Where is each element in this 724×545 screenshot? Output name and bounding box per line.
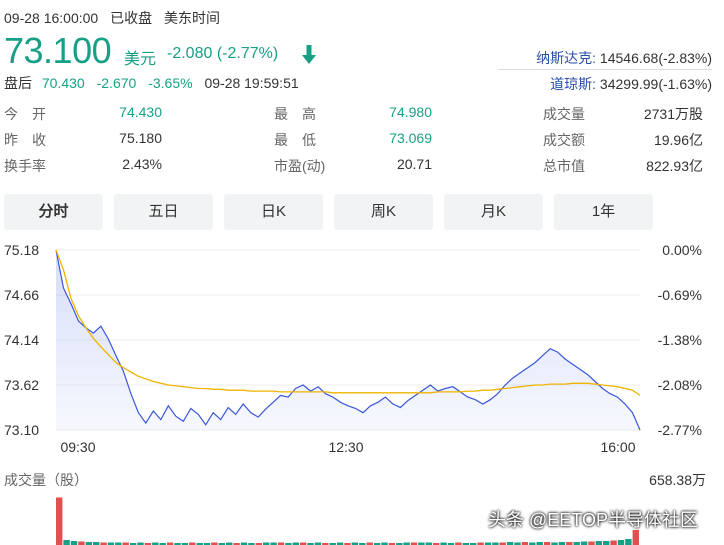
- index-divider: [498, 69, 712, 70]
- y-tick-pct: -1.38%: [658, 332, 702, 348]
- stat-key: 市盈(动): [274, 158, 326, 174]
- index-name[interactable]: 纳斯达克:: [536, 50, 596, 66]
- current-price: 73.100: [4, 30, 112, 71]
- stat-prev-close: 昨 收 75.180: [4, 130, 162, 150]
- x-tick-label: 12:30: [328, 439, 363, 455]
- y-tick-price: 73.62: [4, 377, 39, 393]
- tab-daily-k[interactable]: 日K: [224, 194, 323, 230]
- index-name[interactable]: 道琼斯:: [550, 76, 596, 92]
- index-value: 14546.68(-2.83%): [599, 50, 712, 66]
- stat-turnover-amount: 成交额 19.96亿: [543, 130, 703, 150]
- stat-value: 75.180: [119, 130, 162, 146]
- quote-header: 09-28 16:00:00 已收盘 美东时间: [4, 8, 228, 28]
- intraday-price-chart[interactable]: 75.18 0.00% 74.66 -0.69% 74.14 -1.38% 73.62 -2.…: [0, 236, 724, 466]
- stat-value: 822.93亿: [646, 158, 703, 174]
- stat-market-cap: 总市值 822.93亿: [543, 156, 703, 176]
- volume-bar: [617, 540, 625, 545]
- quote-datetime: 09-28 16:00:00: [4, 10, 99, 26]
- volume-bar: [580, 541, 588, 545]
- stat-key: 成交额: [543, 132, 585, 148]
- stat-value: 74.430: [119, 104, 162, 120]
- market-status: 已收盘: [110, 10, 153, 26]
- volume-bar: [56, 497, 63, 545]
- chart-period-tabs: 分时 五日 日K 周K 月K 1年: [4, 194, 664, 230]
- volume-bar: [625, 539, 632, 545]
- stat-turnover-rate: 换手率 2.43%: [4, 156, 162, 176]
- stat-value: 19.96亿: [653, 132, 703, 148]
- x-tick-label: 16:00: [600, 439, 635, 455]
- stat-key: 最 高: [274, 106, 316, 122]
- stat-value: 74.980: [389, 104, 432, 120]
- stat-key: 总市值: [543, 158, 585, 174]
- stat-value: 20.71: [396, 156, 432, 172]
- index-value: 34299.99(-1.63%): [599, 76, 712, 92]
- index-nasdaq[interactable]: 纳斯达克: 14546.68(-2.83%): [536, 48, 712, 68]
- stat-open: 今 开 74.430: [4, 104, 162, 124]
- after-hours-time: 09-28 19:59:51: [204, 75, 299, 91]
- stat-key: 成交量: [543, 106, 585, 122]
- stats-grid: 今 开 74.430 最 高 74.980 成交量 2731万股 昨 收 75.…: [0, 102, 724, 182]
- stat-pe-ratio: 市盈(动) 20.71: [274, 156, 432, 176]
- volume-bar: [70, 541, 78, 545]
- volume-bar: [588, 541, 595, 545]
- stat-value: 73.069: [389, 130, 432, 146]
- tab-five-day[interactable]: 五日: [114, 194, 213, 230]
- volume-bar: [595, 541, 602, 545]
- tab-intraday[interactable]: 分时: [4, 194, 103, 230]
- y-tick-price: 74.14: [4, 332, 39, 348]
- y-tick-pct: -2.08%: [658, 377, 702, 393]
- x-tick-label: 09:30: [60, 439, 95, 455]
- volume-bar: [78, 541, 85, 545]
- volume-bar: [603, 541, 610, 545]
- volume-bar: [610, 540, 617, 545]
- y-tick-pct: -0.69%: [658, 287, 702, 303]
- stat-high: 最 高 74.980: [274, 104, 432, 124]
- y-tick-price: 73.10: [4, 422, 39, 438]
- stat-value: 2731万股: [643, 106, 703, 122]
- y-tick-pct: 0.00%: [662, 242, 702, 258]
- y-tick-pct: -2.77%: [658, 422, 702, 438]
- after-hours-percent: -3.65%: [148, 75, 193, 91]
- stat-key: 换手率: [4, 158, 46, 174]
- stat-volume: 成交量 2731万股: [543, 104, 703, 124]
- volume-max: 658.38万: [649, 472, 706, 488]
- stat-key: 最 低: [274, 132, 316, 148]
- currency-label: 美元: [124, 51, 157, 68]
- index-dow[interactable]: 道琼斯: 34299.99(-1.63%): [550, 74, 712, 94]
- watermark: 头条 @EETOP半导体社区: [488, 510, 698, 530]
- stat-key: 昨 收: [4, 132, 46, 148]
- after-hours-label: 盘后: [4, 75, 32, 91]
- stat-key: 今 开: [4, 106, 46, 122]
- volume-label: 成交量（股）: [4, 472, 88, 488]
- after-hours-change: -2.670: [96, 75, 137, 91]
- tab-weekly-k[interactable]: 周K: [334, 194, 433, 230]
- y-tick-price: 74.66: [4, 287, 39, 303]
- price-change: -2.080 (-2.77%): [167, 45, 279, 62]
- tab-one-year[interactable]: 1年: [554, 194, 653, 230]
- volume-bar: [63, 540, 70, 545]
- stat-low: 最 低 73.069: [274, 130, 432, 150]
- after-hours-row: 盘后 70.430 -2.670 -3.65% 09-28 19:59:51: [4, 73, 299, 93]
- after-hours-price: 70.430: [41, 75, 85, 91]
- stat-value: 2.43%: [122, 156, 162, 172]
- tab-monthly-k[interactable]: 月K: [444, 194, 543, 230]
- down-arrow-icon: [302, 45, 316, 64]
- y-tick-price: 75.18: [4, 242, 39, 258]
- timezone-label: 美东时间: [163, 10, 220, 26]
